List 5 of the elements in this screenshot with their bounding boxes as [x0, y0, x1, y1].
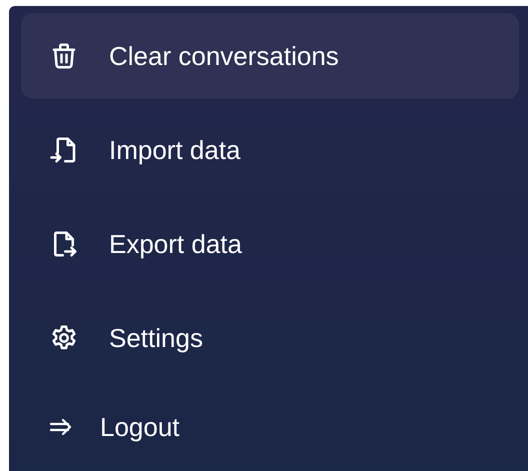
menu-item[interactable]: Export data	[21, 201, 519, 287]
menu-item[interactable]: Import data	[21, 107, 519, 193]
menu-item[interactable]: Settings	[21, 295, 519, 381]
menu-item[interactable]: Logout	[21, 389, 519, 465]
menu-item[interactable]: Clear conversations	[21, 13, 519, 99]
